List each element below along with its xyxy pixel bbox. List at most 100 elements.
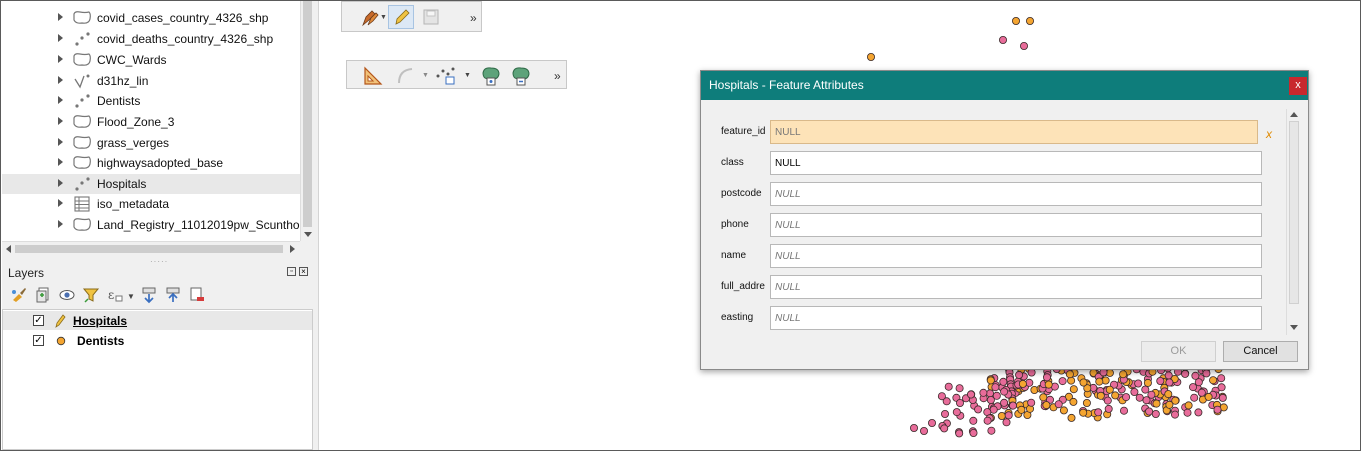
hospital-point: [1054, 400, 1063, 409]
tree-item-label: covid_cases_country_4326_shp: [97, 11, 269, 25]
add-group-icon[interactable]: [34, 286, 52, 304]
hospital-point: [1027, 398, 1036, 407]
expand-arrow-icon[interactable]: [58, 158, 63, 166]
full-addre-input[interactable]: [770, 275, 1262, 299]
scroll-left-icon[interactable]: [6, 245, 11, 253]
tree-item-covid-deaths[interactable]: covid_deaths_country_4326_shp: [2, 29, 300, 49]
scroll-down-icon[interactable]: [304, 232, 312, 237]
save-edits-icon[interactable]: [422, 8, 440, 26]
dialog-vertical-scrollbar[interactable]: [1286, 109, 1300, 335]
reshape-icon[interactable]: [480, 65, 502, 87]
hospital-point: [910, 423, 919, 432]
tree-item-covid-cases[interactable]: covid_cases_country_4326_shp: [2, 8, 300, 28]
expand-arrow-icon[interactable]: [58, 117, 63, 125]
curve-tool-icon[interactable]: [395, 66, 415, 86]
class-input[interactable]: [770, 151, 1262, 175]
tree-item-iso-metadata[interactable]: iso_metadata: [2, 194, 300, 214]
scrollbar-thumb[interactable]: [1289, 121, 1299, 304]
tree-item-d31hz-lin[interactable]: d31hz_lin: [2, 71, 300, 91]
dentist-point: [997, 411, 1006, 420]
collapse-all-icon[interactable]: [164, 286, 182, 304]
tree-item-land-registry[interactable]: Land_Registry_11012019pw_Scunthor: [2, 215, 300, 235]
tree-item-flood-zone[interactable]: Flood_Zone_3: [2, 112, 300, 132]
tree-item-dentists[interactable]: Dentists: [2, 91, 300, 111]
expand-arrow-icon[interactable]: [58, 199, 63, 207]
filter-dropdown-icon[interactable]: ▼: [127, 292, 135, 310]
browser-horizontal-scrollbar[interactable]: [2, 241, 300, 255]
hospital-point: [999, 36, 1008, 45]
remove-layer-icon[interactable]: [188, 286, 206, 304]
toolbar-overflow-icon[interactable]: »: [470, 11, 477, 25]
toolbar-overflow-icon[interactable]: »: [554, 69, 561, 83]
hospital-point: [1191, 371, 1200, 380]
scroll-down-icon[interactable]: [1290, 325, 1298, 330]
cancel-button[interactable]: Cancel: [1223, 341, 1298, 362]
dentist-point: [1096, 391, 1105, 400]
scroll-right-icon[interactable]: [290, 245, 295, 253]
tree-item-label: grass_verges: [97, 136, 170, 150]
hospital-point: [991, 383, 1000, 392]
field-label-phone: phone: [721, 219, 749, 230]
vertex-tool-icon[interactable]: [435, 66, 457, 86]
hospital-point: [1165, 378, 1174, 387]
hospital-point: [1122, 393, 1131, 402]
dentist-point: [1039, 393, 1048, 402]
tree-item-highways[interactable]: highwaysadopted_base: [2, 153, 300, 173]
filter-legend-icon[interactable]: [82, 286, 100, 304]
tree-item-hospitals[interactable]: Hospitals: [2, 174, 300, 194]
layer-visibility-checkbox[interactable]: ✓: [33, 335, 44, 346]
undock-panel-icon[interactable]: ▫: [287, 267, 296, 276]
postcode-input[interactable]: [770, 182, 1262, 206]
tree-item-cwc-wards[interactable]: CWC_Wards: [2, 50, 300, 70]
name-input[interactable]: [770, 244, 1262, 268]
toggle-editing-button[interactable]: [388, 5, 414, 29]
dentist-point: [1082, 398, 1091, 407]
dentist-point: [1204, 392, 1213, 401]
hospital-point: [1181, 369, 1190, 378]
expand-arrow-icon[interactable]: [58, 13, 63, 21]
measure-icon[interactable]: [363, 66, 383, 86]
scrollbar-thumb[interactable]: [303, 1, 312, 227]
dentist-point: [1152, 399, 1161, 408]
offset-curve-icon[interactable]: [510, 65, 532, 87]
tree-item-label: highwaysadopted_base: [97, 156, 224, 170]
phone-input[interactable]: [770, 213, 1262, 237]
hospital-point: [999, 377, 1008, 386]
scrollbar-thumb[interactable]: [15, 245, 283, 253]
layer-row-dentists[interactable]: ✓ Dentists: [3, 331, 312, 350]
panel-divider[interactable]: [313, 1, 319, 450]
digitizing-toolbar: ▼ »: [341, 1, 482, 32]
curve-dropdown-icon[interactable]: ▼: [422, 72, 429, 79]
vertex-dropdown-icon[interactable]: ▼: [464, 72, 471, 79]
expand-arrow-icon[interactable]: [58, 138, 63, 146]
layer-row-hospitals[interactable]: ✓ Hospitals: [3, 311, 312, 330]
layer-visibility-checkbox[interactable]: ✓: [33, 315, 44, 326]
edits-dropdown-icon[interactable]: ▼: [380, 14, 387, 21]
ok-button[interactable]: OK: [1141, 341, 1216, 362]
feature-id-input[interactable]: [770, 120, 1258, 144]
expand-arrow-icon[interactable]: [58, 55, 63, 63]
tree-item-grass-verges[interactable]: grass_verges: [2, 133, 300, 153]
expand-all-icon[interactable]: [140, 286, 158, 304]
scroll-up-icon[interactable]: [1290, 112, 1298, 117]
expand-arrow-icon[interactable]: [58, 220, 63, 228]
layer-label: Hospitals: [73, 314, 128, 328]
constraint-warning-icon: x: [1266, 127, 1272, 141]
easting-input[interactable]: [770, 306, 1262, 330]
panel-splitter-handle[interactable]: ·····: [150, 257, 168, 266]
browser-vertical-scrollbar[interactable]: [300, 1, 313, 241]
dialog-titlebar[interactable]: Hospitals - Feature Attributes x: [701, 71, 1308, 100]
manage-visibility-icon[interactable]: [58, 286, 76, 304]
filter-expression-icon[interactable]: ε: [106, 286, 124, 304]
expand-arrow-icon[interactable]: [58, 76, 63, 84]
close-panel-icon[interactable]: ×: [299, 267, 308, 276]
close-dialog-button[interactable]: x: [1289, 77, 1307, 95]
point-layer-icon: [75, 94, 90, 108]
expand-arrow-icon[interactable]: [58, 179, 63, 187]
feature-attributes-dialog: Hospitals - Feature Attributes x feature…: [700, 70, 1309, 370]
hospital-point: [1004, 411, 1013, 420]
layer-styling-icon[interactable]: [10, 286, 28, 304]
current-edits-icon[interactable]: [360, 8, 382, 28]
expand-arrow-icon[interactable]: [58, 34, 63, 42]
expand-arrow-icon[interactable]: [58, 96, 63, 104]
